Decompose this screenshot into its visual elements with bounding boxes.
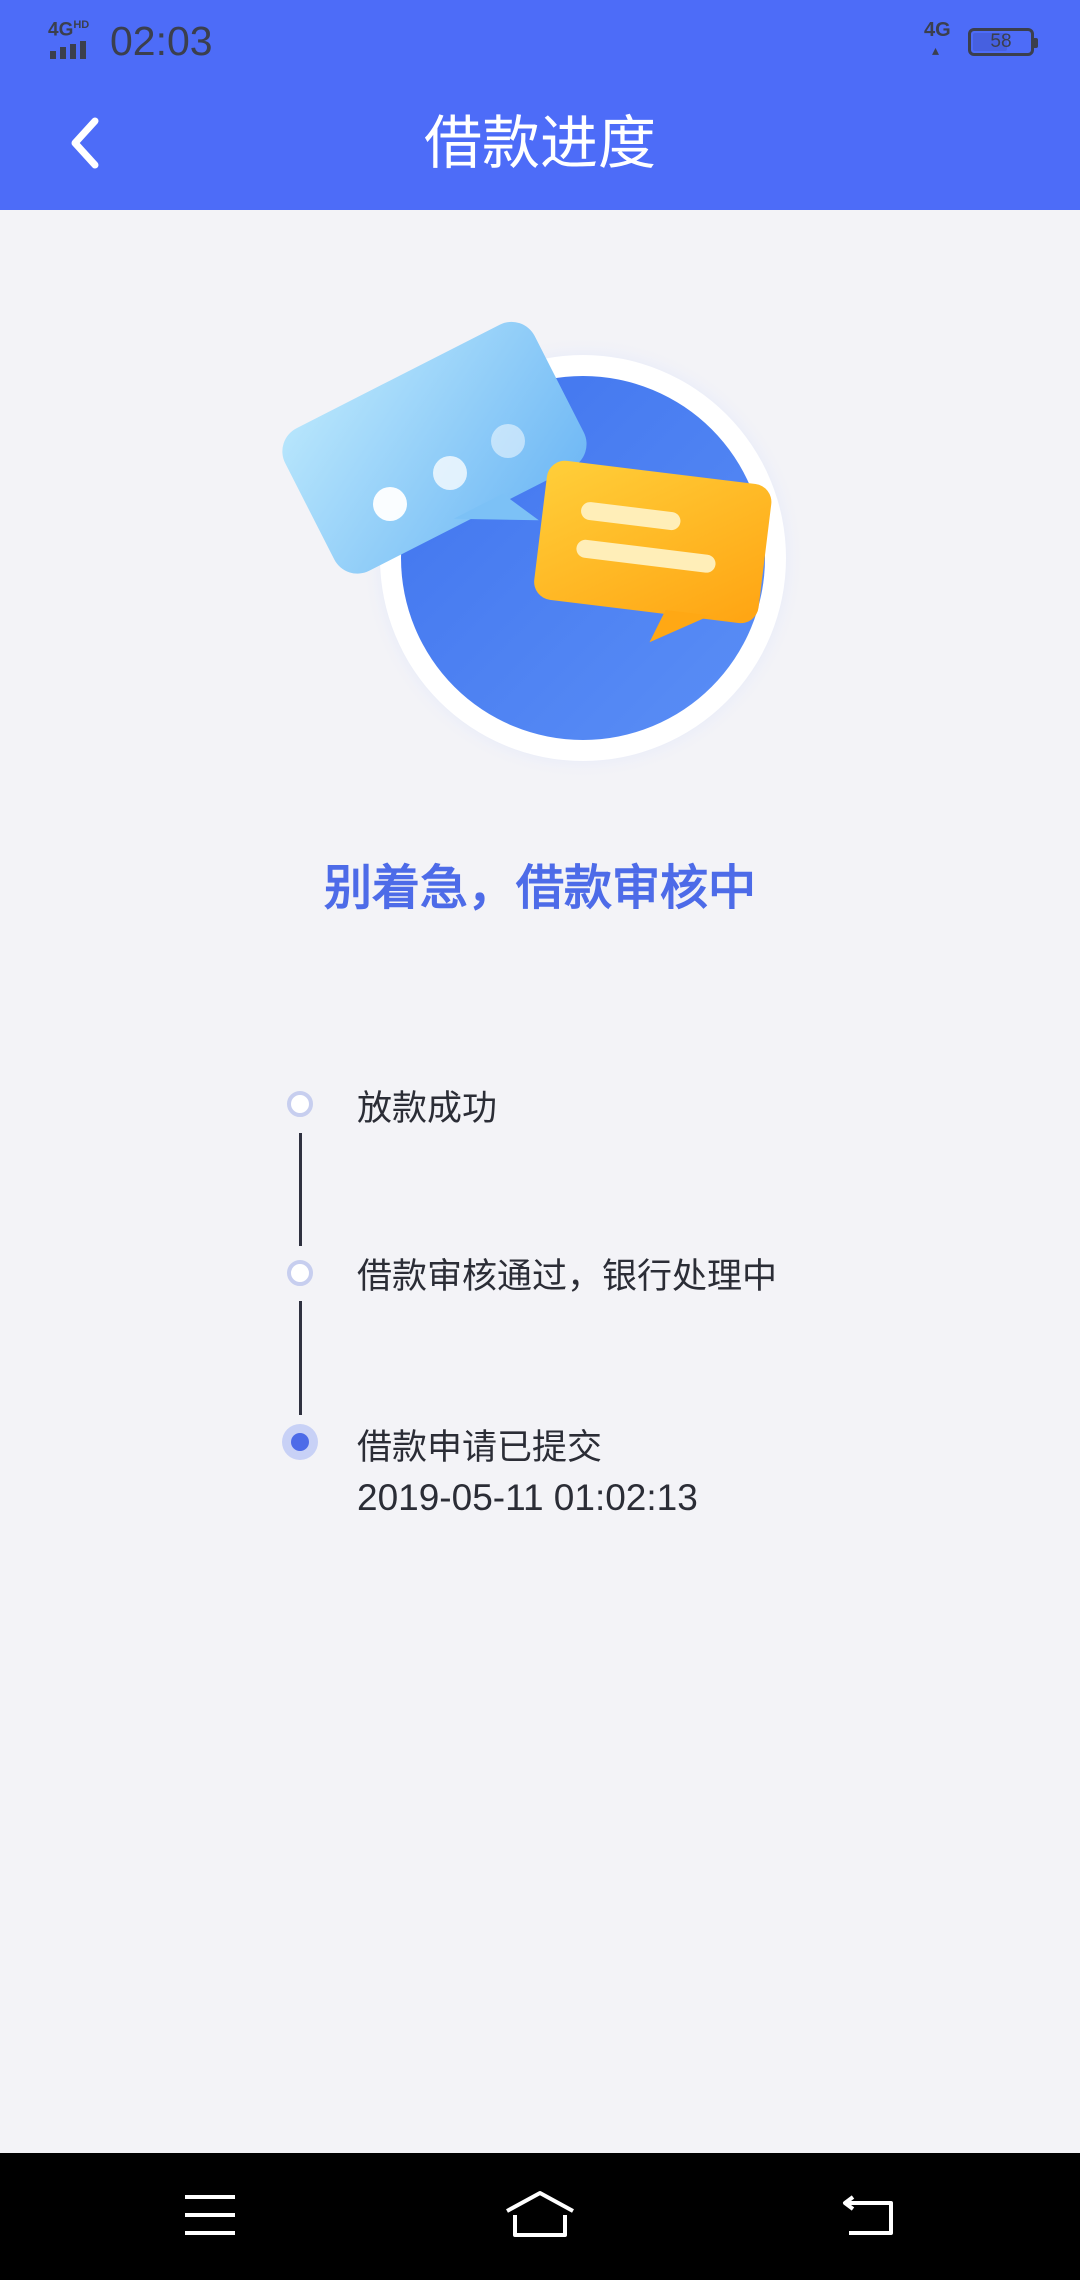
timeline-step-label: 借款申请已提交: [357, 1428, 603, 1468]
network-type-left: 4G: [48, 19, 74, 41]
mobile-data-icon: 4G ▴: [924, 19, 951, 59]
battery-level: 58: [990, 31, 1012, 52]
timeline-step-label: 借款审核通过，银行处理中: [357, 1257, 778, 1297]
timeline-dot-pending: [287, 1091, 313, 1117]
page-title: 借款进度: [423, 109, 656, 177]
home-icon: [506, 2191, 574, 2237]
timeline-dot-active: [282, 1424, 318, 1460]
system-navigation-bar: [0, 2153, 1080, 2280]
timeline-connector: [299, 1301, 302, 1415]
header-bar: 4GHD 02:03 4G ▴ 58 借款进度: [0, 0, 1080, 210]
chat-bubbles-illustration: [282, 321, 805, 780]
back-nav-button[interactable]: [820, 2175, 920, 2255]
timeline-dot-pending: [287, 1260, 313, 1286]
menu-icon: [185, 2195, 235, 2235]
battery-icon: 58: [968, 28, 1038, 56]
timeline-step-label: 放款成功: [357, 1089, 498, 1129]
menu-button[interactable]: [160, 2175, 260, 2255]
signal-icon: 4GHD: [48, 19, 98, 61]
status-bar-right: 4G ▴ 58: [924, 19, 1038, 64]
status-bar: 4GHD 02:03 4G ▴ 58: [0, 0, 1080, 80]
loan-progress-screen: 4GHD 02:03 4G ▴ 58 借款进度 别着急，借款审核中 放款成功 借…: [0, 0, 1080, 2280]
status-bar-left: 4GHD 02:03: [48, 18, 213, 64]
review-status-message: 别着急，借款审核中: [323, 860, 756, 916]
network-hd-label: HD: [73, 19, 90, 31]
timeline-step-time: 2019-05-11 01:02:13: [357, 1477, 698, 1518]
clock: 02:03: [110, 17, 213, 64]
home-button[interactable]: [490, 2175, 590, 2255]
network-type-right: 4G: [924, 19, 951, 41]
timeline-connector: [299, 1133, 302, 1246]
back-arrow-icon: [843, 2195, 893, 2235]
